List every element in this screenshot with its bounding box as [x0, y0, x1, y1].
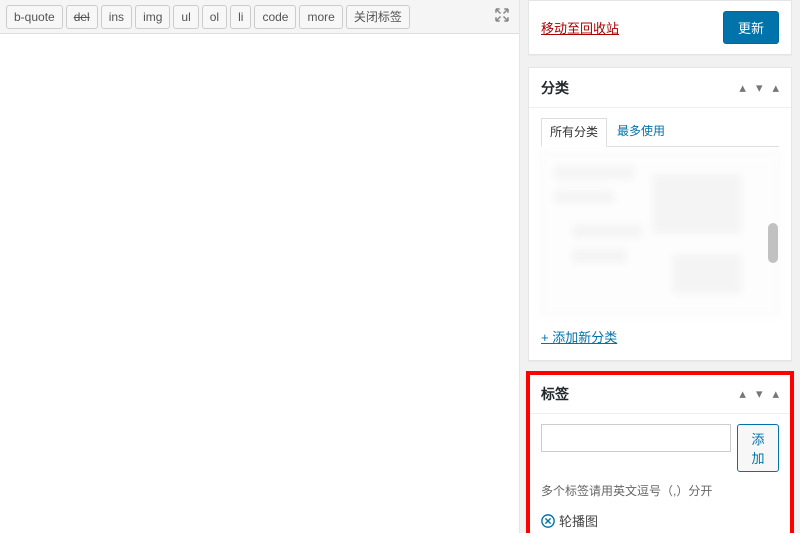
categories-header: 分类 ▴ ▾ ▴	[529, 68, 791, 108]
tags-move-down-icon[interactable]: ▾	[756, 386, 763, 402]
tags-header: 标签 ▴ ▾ ▴	[529, 374, 791, 414]
code-button[interactable]: code	[254, 5, 296, 29]
move-to-trash-link[interactable]: 移动至回收站	[541, 18, 619, 37]
remove-tag-icon[interactable]	[541, 514, 555, 528]
img-button[interactable]: img	[135, 5, 170, 29]
close-tags-button[interactable]: 关闭标签	[346, 5, 410, 29]
editor-toolbar: b-quote del ins img ul ol li code more 关…	[0, 0, 519, 34]
update-button[interactable]: 更新	[723, 11, 779, 44]
fullscreen-icon[interactable]	[493, 6, 511, 27]
categories-title: 分类	[541, 78, 739, 98]
move-up-icon[interactable]: ▴	[739, 80, 746, 96]
tags-move-up-icon[interactable]: ▴	[739, 386, 746, 402]
more-button[interactable]: more	[299, 5, 342, 29]
li-button[interactable]: li	[230, 5, 251, 29]
publish-metabox: 移动至回收站 更新	[528, 0, 792, 55]
tab-all-categories[interactable]: 所有分类	[541, 118, 607, 147]
tab-most-used[interactable]: 最多使用	[609, 118, 673, 146]
category-list[interactable]	[541, 153, 779, 315]
tag-input[interactable]	[541, 424, 731, 452]
move-down-icon[interactable]: ▾	[756, 80, 763, 96]
ins-button[interactable]: ins	[101, 5, 132, 29]
del-button[interactable]: del	[66, 5, 98, 29]
tag-hint: 多个标签请用英文逗号（,）分开	[541, 482, 779, 499]
category-tabs: 所有分类 最多使用	[541, 118, 779, 147]
category-scrollbar[interactable]	[768, 223, 778, 263]
category-list-wrap	[541, 153, 779, 315]
page-layout: b-quote del ins img ul ol li code more 关…	[0, 0, 800, 533]
del-button-label: del	[74, 10, 90, 24]
ol-button[interactable]: ol	[202, 5, 227, 29]
editor-textarea[interactable]	[0, 34, 519, 533]
categories-metabox: 分类 ▴ ▾ ▴ 所有分类 最多使用	[528, 67, 792, 361]
add-tag-button[interactable]: 添加	[737, 424, 779, 472]
editor-column: b-quote del ins img ul ol li code more 关…	[0, 0, 520, 533]
existing-tag: 轮播图	[541, 511, 779, 530]
tags-collapse-icon[interactable]: ▴	[772, 386, 779, 402]
bquote-button[interactable]: b-quote	[6, 5, 63, 29]
tags-title: 标签	[541, 384, 739, 404]
collapse-icon[interactable]: ▴	[772, 80, 779, 96]
add-new-category-link[interactable]: + 添加新分类	[541, 327, 617, 346]
ul-button[interactable]: ul	[173, 5, 198, 29]
existing-tag-label: 轮播图	[559, 511, 598, 530]
sidebar-column: 移动至回收站 更新 分类 ▴ ▾ ▴ 所有分类 最多使用	[520, 0, 800, 533]
tags-metabox: 标签 ▴ ▾ ▴ 添加 多个标签请用英文逗号（,）分开 轮播图	[528, 373, 792, 533]
